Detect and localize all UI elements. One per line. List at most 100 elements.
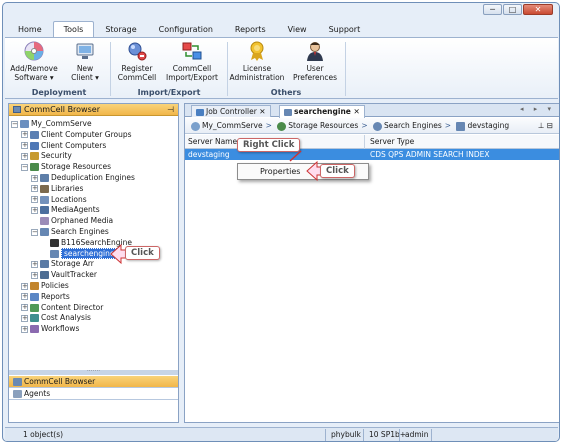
tree-node[interactable]: + Libraries bbox=[31, 184, 83, 194]
register-commcell-button[interactable]: Register CommCell bbox=[113, 40, 161, 82]
right-click-arrow-icon bbox=[289, 150, 302, 162]
close-button[interactable]: ✕ bbox=[523, 4, 553, 15]
commcell-browser-header: CommCell Browser ⊣ bbox=[9, 104, 178, 116]
breadcrumb-separator: > bbox=[361, 121, 368, 130]
panel-splitter[interactable]: ······· bbox=[9, 369, 178, 375]
menu-storage[interactable]: Storage bbox=[94, 21, 147, 37]
breadcrumb-item[interactable]: Search Engines bbox=[384, 121, 442, 130]
tree-node[interactable]: + Storage Arr bbox=[31, 259, 94, 269]
client-groups-icon bbox=[30, 130, 39, 139]
expand-icon[interactable]: + bbox=[31, 271, 38, 279]
tree-node-label: Orphaned Media bbox=[51, 216, 114, 226]
ribbon-group-import-export-label: Import/Export bbox=[137, 88, 201, 97]
commcell-browser-icon bbox=[13, 106, 21, 113]
tree-node-label: Storage Resources bbox=[41, 162, 112, 172]
content-panel: Job Controller ✕ searchengine ✕ ◂ ▸ ▾ My… bbox=[184, 103, 559, 423]
collapse-icon[interactable]: − bbox=[31, 228, 38, 236]
menu-home[interactable]: Home bbox=[7, 21, 53, 37]
search-engines-crumb-icon bbox=[373, 121, 383, 131]
dedup-icon bbox=[40, 174, 49, 182]
close-tab-icon[interactable]: ✕ bbox=[259, 107, 265, 116]
tree-node[interactable]: − Search Engines bbox=[31, 227, 109, 237]
collapse-icon[interactable]: − bbox=[11, 120, 18, 128]
tree-node[interactable]: + VaultTracker bbox=[31, 270, 97, 280]
expand-icon[interactable]: + bbox=[21, 142, 28, 150]
tab-commcell-browser[interactable]: CommCell Browser bbox=[9, 376, 178, 388]
breadcrumb-item[interactable]: Storage Resources bbox=[288, 121, 358, 130]
expand-icon[interactable]: + bbox=[21, 282, 28, 290]
tree-node[interactable]: + Workflows bbox=[21, 324, 79, 334]
menu-configuration[interactable]: Configuration bbox=[148, 21, 224, 37]
new-client-button[interactable]: New Client ▾ bbox=[65, 40, 105, 82]
menu-support[interactable]: Support bbox=[318, 21, 372, 37]
expand-icon[interactable]: + bbox=[21, 131, 28, 139]
maximize-button[interactable]: □ bbox=[503, 4, 522, 15]
expand-icon[interactable]: + bbox=[31, 206, 38, 214]
menu-view[interactable]: View bbox=[277, 21, 318, 37]
tree-node[interactable]: − My_CommServe bbox=[11, 119, 92, 129]
add-remove-software-button[interactable]: Add/Remove Software ▾ bbox=[9, 40, 59, 82]
register-commcell-icon bbox=[126, 40, 148, 62]
expand-icon[interactable]: + bbox=[31, 260, 38, 268]
expand-icon[interactable]: + bbox=[21, 304, 28, 312]
tree-node[interactable]: + Cost Analysis bbox=[21, 313, 91, 323]
client-computers-icon bbox=[30, 141, 39, 150]
tree-node[interactable]: + MediaAgents bbox=[31, 205, 100, 215]
commcell-browser-panel: CommCell Browser ⊣ − My_CommServe + Client … bbox=[8, 103, 179, 423]
storage-crumb-icon bbox=[277, 121, 287, 131]
user-preferences-label-1: User bbox=[306, 64, 324, 73]
column-header-server-type[interactable]: Server Type bbox=[367, 135, 414, 148]
tree-node[interactable]: searchengine bbox=[41, 247, 118, 259]
user-preferences-button[interactable]: User Preferences bbox=[289, 40, 341, 82]
expand-icon[interactable]: + bbox=[21, 314, 28, 322]
minimize-button[interactable]: ─ bbox=[483, 4, 502, 15]
tab-agents[interactable]: Agents bbox=[9, 388, 178, 400]
commcell-tree: − My_CommServe + Client Computer Groups + Cli… bbox=[9, 117, 178, 369]
tab-job-controller[interactable]: Job Controller ✕ bbox=[191, 105, 271, 117]
collapse-icon[interactable]: − bbox=[21, 163, 28, 171]
expand-icon[interactable]: + bbox=[31, 174, 38, 182]
tree-node[interactable]: Orphaned Media bbox=[31, 216, 113, 226]
expand-icon[interactable]: + bbox=[31, 185, 38, 193]
cost-analysis-icon bbox=[30, 314, 39, 323]
new-client-label-2: Client ▾ bbox=[71, 73, 99, 82]
tree-node[interactable]: + Locations bbox=[31, 195, 87, 205]
tree-node[interactable]: − Storage Resources bbox=[21, 162, 111, 172]
document-tabstrip: Job Controller ✕ searchengine ✕ ◂ ▸ ▾ bbox=[185, 104, 559, 118]
breadcrumb-item[interactable]: devstaging bbox=[467, 121, 509, 130]
menu-tools[interactable]: Tools bbox=[52, 21, 95, 37]
tree-node[interactable]: + Reports bbox=[21, 292, 70, 302]
expand-icon[interactable]: + bbox=[31, 196, 38, 204]
expand-icon[interactable]: + bbox=[21, 293, 28, 301]
license-label-1: License bbox=[242, 64, 272, 73]
tab-searchengine[interactable]: searchengine ✕ bbox=[279, 105, 365, 118]
menu-reports[interactable]: Reports bbox=[224, 21, 277, 37]
pin-icon[interactable]: ⊣ bbox=[167, 104, 174, 115]
search-engine-node-icon bbox=[50, 249, 59, 258]
close-tab-icon[interactable]: ✕ bbox=[354, 107, 360, 116]
left-bottom-tabs: CommCell Browser Agents bbox=[9, 376, 178, 400]
license-administration-button[interactable]: License Administration bbox=[229, 40, 285, 82]
tree-node[interactable]: + Client Computer Groups bbox=[21, 130, 132, 140]
tree-node[interactable]: + Policies bbox=[21, 281, 69, 291]
breadcrumb-separator: > bbox=[444, 121, 452, 130]
tree-node[interactable]: + Content Director bbox=[21, 303, 103, 313]
tree-node-label: Search Engines bbox=[51, 227, 109, 236]
status-role: admin bbox=[405, 430, 429, 439]
ribbon-group-separator bbox=[345, 42, 346, 96]
tree-node[interactable]: + Deduplication Engines bbox=[31, 173, 135, 183]
commcell-import-export-button[interactable]: CommCell Import/Export bbox=[163, 40, 221, 82]
expand-icon[interactable]: + bbox=[21, 325, 28, 333]
tree-node[interactable]: + Security bbox=[21, 151, 72, 161]
add-remove-software-label-2: Software ▾ bbox=[14, 73, 54, 82]
tree-node[interactable]: + Client Computers bbox=[21, 141, 106, 151]
status-object-count: 1 object(s) bbox=[23, 430, 64, 439]
search-engines-icon bbox=[40, 228, 49, 236]
breadcrumb-tools[interactable]: ⊥ ⊟ bbox=[538, 118, 553, 133]
tab-job-controller-label: Job Controller bbox=[206, 107, 257, 116]
devstaging-crumb-icon bbox=[456, 121, 466, 131]
breadcrumb-item[interactable]: My_CommServe bbox=[202, 121, 263, 130]
expand-icon[interactable]: + bbox=[21, 152, 28, 160]
tab-navigation[interactable]: ◂ ▸ ▾ bbox=[520, 105, 555, 113]
breadcrumb-separator: > bbox=[265, 121, 272, 130]
